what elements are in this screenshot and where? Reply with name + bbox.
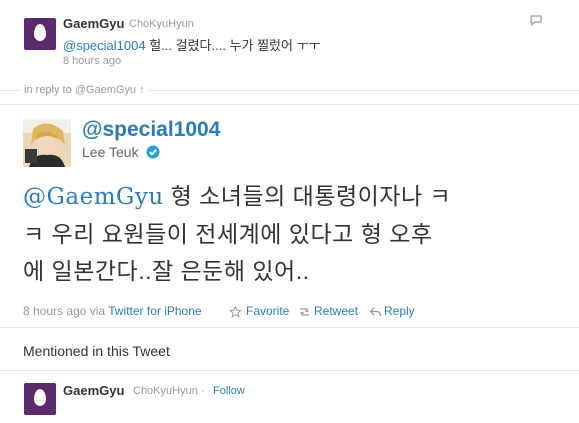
speech-bubble-icon[interactable] <box>530 15 542 26</box>
reply-mention-link[interactable]: @special1004 <box>63 38 146 53</box>
in-reply-to-link[interactable]: in reply to @GaemGyu ↑ <box>20 84 149 96</box>
via-prefix: via <box>89 304 106 318</box>
main-tweet-divider <box>0 104 579 105</box>
tweet-mention-link[interactable]: @GaemGyu <box>23 184 164 210</box>
reply-button[interactable]: Reply <box>384 304 415 318</box>
mentioned-user-avatar[interactable] <box>24 383 56 415</box>
star-icon[interactable] <box>229 306 242 318</box>
retweet-button[interactable]: Retweet <box>314 304 358 318</box>
reply-full-name: ChoKyuHyun <box>129 18 194 30</box>
favorite-button[interactable]: Favorite <box>246 304 289 318</box>
verified-badge-icon <box>146 145 160 159</box>
tweet-line-2: ㅋ 우리 요원들이 전세계에 있다고 형 오후 <box>23 221 433 247</box>
reply-timestamp[interactable]: 8 hours ago <box>63 55 121 67</box>
follow-button[interactable]: Follow <box>213 385 245 397</box>
author-avatar[interactable] <box>23 119 71 167</box>
tweet-timestamp[interactable]: 8 hours ago <box>23 304 86 318</box>
reply-arrow-icon[interactable] <box>369 306 382 318</box>
tweet-line-1: @GaemGyu 형 소녀들의 대통령이자나 ㅋ <box>23 178 568 216</box>
reply-tweet: GaemGyu ChoKyuHyun @special1004 헐... 걸렸다… <box>0 0 579 78</box>
reply-screen-name[interactable]: GaemGyu <box>63 16 124 31</box>
reply-text-body: 헐... 걸렸다.... 누가 찔렀어 ㅜㅜ <box>145 38 321 53</box>
author-name[interactable]: Lee Teuk <box>82 144 139 160</box>
mentioned-full-name: ChoKyuHyun · <box>133 385 205 397</box>
mentioned-list-divider <box>0 370 579 371</box>
tweet-text: @GaemGyu 형 소녀들의 대통령이자나 ㅋ ㅋ 우리 요원들이 전세계에 … <box>23 178 568 290</box>
author-screen-name[interactable]: @special1004 <box>82 118 220 142</box>
mentioned-screen-name[interactable]: GaemGyu <box>63 383 124 398</box>
via-client-link[interactable]: Twitter for iPhone <box>108 304 201 318</box>
mentioned-divider <box>0 327 579 328</box>
tweet-line-1-text: 형 소녀들의 대통령이자나 ㅋ <box>163 183 452 209</box>
mentioned-heading: Mentioned in this Tweet <box>23 343 170 359</box>
retweet-icon[interactable] <box>298 306 311 318</box>
tweet-line-3: 에 일본간다..잘 은둔해 있어.. <box>23 258 310 284</box>
tweet-meta: 8 hours ago via Twitter for iPhone <box>23 304 202 318</box>
reply-text: @special1004 헐... 걸렸다.... 누가 찔렀어 ㅜㅜ <box>63 35 321 54</box>
avatar[interactable] <box>24 18 56 50</box>
